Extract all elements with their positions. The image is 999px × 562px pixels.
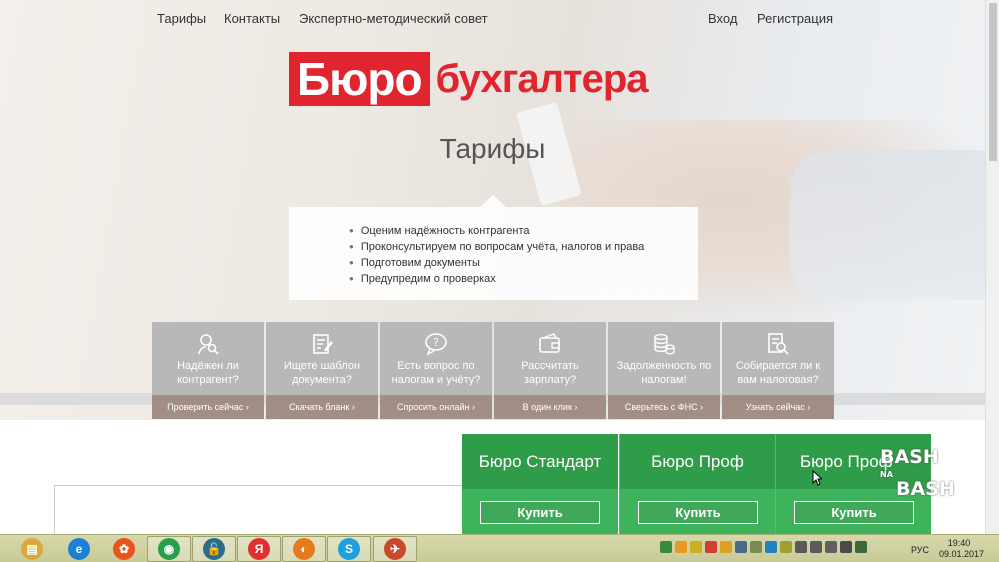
benefits-arrow [480, 195, 506, 207]
nav-register-link[interactable]: Регистрация [757, 11, 833, 26]
tray-icon[interactable] [780, 541, 792, 553]
clock-date: 09.01.2017 [939, 549, 985, 559]
watermark-top: BASH [880, 446, 939, 468]
plan-name: Бюро Проф [620, 434, 775, 489]
one-click-link[interactable]: В один клик › [494, 395, 606, 419]
tray-icon[interactable] [705, 541, 717, 553]
download-form-link[interactable]: Скачать бланк › [266, 395, 378, 419]
service-tile-text: Рассчитать зарплату? [521, 360, 579, 386]
nav-contacts-link[interactable]: Контакты [224, 11, 280, 26]
skype-icon: S [338, 538, 360, 560]
service-tile-inspection[interactable]: Собирается ли к вам налоговая? Узнать се… [722, 322, 834, 419]
watermark-mid: NA [880, 470, 893, 479]
tray-icon[interactable] [750, 541, 762, 553]
bash-watermark: BASH NA BASH [880, 446, 955, 504]
watermark-bottom: BASH [896, 478, 955, 500]
scrollbar-thumb[interactable] [989, 3, 997, 161]
benefit-item: Подготовим документы [349, 255, 644, 271]
tray-icon[interactable] [825, 541, 837, 553]
tray-icon[interactable] [735, 541, 747, 553]
tray-icon[interactable] [795, 541, 807, 553]
vpn-lock-icon: 🔓 [203, 538, 225, 560]
taskbar-app-button[interactable]: ◉ [147, 536, 191, 562]
taskbar-app-button[interactable]: 🔓 [192, 536, 236, 562]
check-fns-link[interactable]: Сверьтесь с ФНС › [608, 395, 720, 419]
plan-features-panel [54, 485, 464, 535]
tray-icon[interactable] [660, 541, 672, 553]
plan-footer: Купить [462, 489, 618, 534]
taskbar-app-button[interactable]: e [57, 536, 101, 562]
system-tray [660, 541, 867, 557]
wallet-icon [539, 333, 560, 353]
logo-part-bureau: Бюро [289, 52, 430, 106]
yandex-browser-icon: Я [248, 538, 270, 560]
taskbar-app-button[interactable]: Я [237, 536, 281, 562]
taskbar-app-button[interactable]: ✿ [102, 536, 146, 562]
svg-text:?: ? [433, 336, 439, 349]
benefits-box: Оценим надёжность контрагента Проконсуль… [289, 195, 698, 300]
page-scrollbar[interactable] [985, 0, 999, 534]
coins-icon [654, 333, 675, 355]
nav-tariffs-link[interactable]: Тарифы [157, 11, 206, 26]
logo-part-accountant: бухгалтера [435, 56, 649, 101]
taskbar-clock[interactable]: 19:40 09.01.2017 [939, 538, 985, 560]
service-tile-text: Собирается ли к вам налоговая? [735, 360, 821, 386]
taskbar-app-button[interactable]: ✈ [373, 536, 417, 562]
document-edit-icon [313, 334, 333, 354]
taskbar-app-button[interactable]: S [327, 536, 371, 562]
plan-name: Бюро Стандарт [462, 434, 618, 489]
yandex-icon: ✈ [384, 538, 406, 560]
tray-icon[interactable] [690, 541, 702, 553]
chat-question-icon: ? [425, 333, 447, 356]
hero-sleeve-image [790, 150, 985, 300]
benefit-item: Оценим надёжность контрагента [349, 223, 644, 239]
tray-icon[interactable] [720, 541, 732, 553]
tray-icon[interactable] [840, 541, 852, 553]
service-tile-text: Задолженность по налогам! [616, 360, 712, 386]
language-indicator[interactable]: РУС [911, 545, 929, 555]
benefit-item: Предупредим о проверках [349, 271, 644, 287]
taskbar-app-button[interactable]: ▤ [10, 536, 54, 562]
windows-taskbar: ▤ e ✿ ◉ 🔓 Я ◐ S ✈ РУС 19:40 09.01.2017 [0, 534, 999, 562]
search-person-icon [198, 334, 219, 355]
service-tile-counterparty[interactable]: Надёжен ли контрагент? Проверить сейчас … [152, 322, 264, 419]
plan-prof: Бюро Проф Купить [619, 434, 775, 534]
hero-bottom-band [0, 393, 985, 405]
check-now-link[interactable]: Проверить сейчас › [152, 395, 264, 419]
taskbar-app-button[interactable]: ◐ [282, 536, 326, 562]
service-tile-text: Ищете шаблон документа? [283, 360, 361, 386]
media-player-icon: ✿ [113, 538, 135, 560]
site-logo[interactable]: Бюро бухгалтера [289, 52, 649, 106]
doc-search-icon [768, 333, 789, 355]
buy-prof-plus-button[interactable]: Купить [794, 501, 914, 524]
tray-icon[interactable] [810, 541, 822, 553]
service-tile-text: Есть вопрос по налогам и учёту? [391, 360, 481, 386]
tray-icon[interactable] [855, 541, 867, 553]
service-tile-tax-debt[interactable]: Задолженность по налогам! Сверьтесь с ФН… [608, 322, 720, 419]
nav-expert-council-link[interactable]: Экспертно-методический совет [299, 11, 488, 26]
nav-login-link[interactable]: Вход [708, 11, 737, 26]
internet-explorer-icon: e [68, 538, 90, 560]
service-tile-text: Надёжен ли контрагент? [177, 360, 239, 386]
firefox-icon: ◐ [293, 538, 315, 560]
mouse-cursor [812, 470, 822, 486]
buy-standard-button[interactable]: Купить [480, 501, 600, 524]
plan-footer: Купить [620, 489, 775, 534]
service-tile-salary[interactable]: Рассчитать зарплату? В один клик › [494, 322, 606, 419]
ask-online-link[interactable]: Спросить онлайн › [380, 395, 492, 419]
service-tile-template[interactable]: Ищете шаблон документа? Скачать бланк › [266, 322, 378, 419]
service-tile-question[interactable]: ? Есть вопрос по налогам и учёту? Спроси… [380, 322, 492, 419]
find-out-now-link[interactable]: Узнать сейчас › [722, 395, 834, 419]
tray-icon[interactable] [675, 541, 687, 553]
plan-standard: Бюро Стандарт Купить [462, 434, 618, 534]
tray-icon[interactable] [765, 541, 777, 553]
benefits-list: Оценим надёжность контрагента Проконсуль… [349, 223, 644, 287]
chrome-icon: ◉ [158, 538, 180, 560]
clock-time: 19:40 [947, 538, 971, 548]
benefit-item: Проконсультируем по вопросам учёта, нало… [349, 239, 644, 255]
file-explorer-icon: ▤ [21, 538, 43, 560]
page-title: Тарифы [439, 133, 546, 164]
buy-prof-button[interactable]: Купить [638, 501, 758, 524]
